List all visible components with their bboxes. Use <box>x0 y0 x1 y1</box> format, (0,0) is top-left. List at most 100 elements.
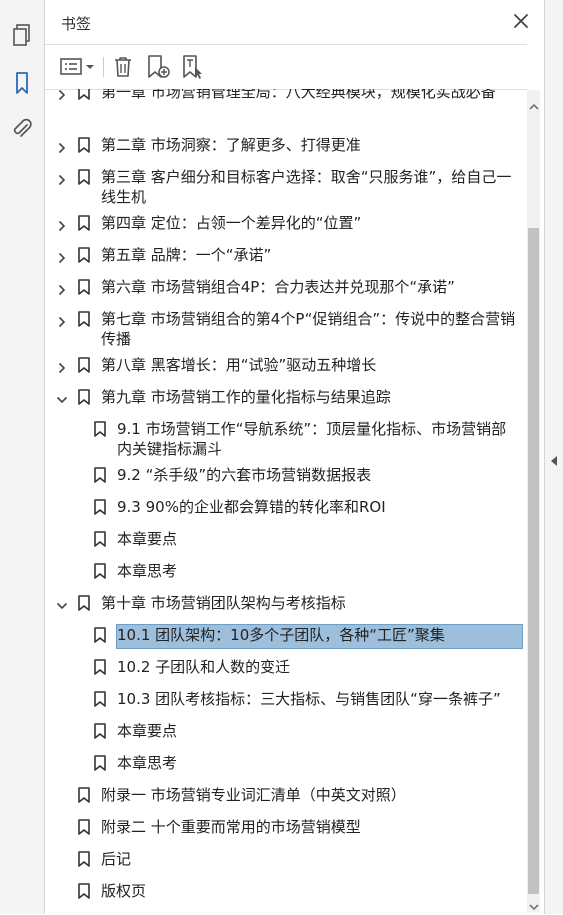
bookmark-icon <box>78 247 90 263</box>
bookmark-label: 9.3 90%的企业都会算错的转化率和ROI <box>117 498 386 516</box>
right-pane-edge <box>544 0 563 914</box>
bookmark-label: 10.1 团队架构：10多个子团队，各种“工匠”聚集 <box>117 626 445 644</box>
scroll-up-arrow-icon[interactable] <box>529 96 539 115</box>
bookmark-item[interactable]: 第十章 市场营销团队架构与考核指标 <box>45 592 525 614</box>
bookmark-label: 版权页 <box>101 882 147 900</box>
bookmark-child-item[interactable]: 本章要点 <box>45 720 525 742</box>
bookmark-child-item[interactable]: 本章思考 <box>45 752 525 774</box>
expand-pane-arrow-icon[interactable] <box>550 452 558 471</box>
chevron-right-icon[interactable] <box>56 89 68 101</box>
bookmark-child-item[interactable]: 9.3 90%的企业都会算错的转化率和ROI <box>45 496 525 518</box>
chevron-right-icon[interactable] <box>56 249 68 264</box>
bookmark-icon <box>78 215 90 231</box>
bookmark-child-item[interactable]: 9.2 “杀手级”的六套市场营销数据报表 <box>45 464 525 486</box>
toolbar-divider <box>103 57 104 77</box>
bookmark-label: 本章要点 <box>117 530 178 548</box>
bookmark-icon <box>78 819 90 835</box>
bookmark-label: 9.1 市场营销工作“导航系统”：顶层量化指标、市场营销部内关键指标漏斗 <box>117 420 507 458</box>
bookmark-item[interactable]: 附录一 市场营销专业词汇清单（中英文对照） <box>45 784 525 806</box>
chevron-down-icon[interactable] <box>56 597 68 610</box>
chevron-right-icon[interactable] <box>56 171 68 186</box>
bookmark-label: 9.2 “杀手级”的六套市场营销数据报表 <box>117 466 372 484</box>
scrollbar-thumb[interactable] <box>528 228 539 894</box>
bookmark-tree: 第一章 市场营销管理全局：八大经典模块，规模化实战必备第二章 市场洞察：了解更多… <box>45 89 525 914</box>
bookmark-item[interactable]: 第八章 黑客增长：用“试验”驱动五种增长 <box>45 354 525 376</box>
bookmark-icon <box>94 531 106 547</box>
chevron-right-icon[interactable] <box>56 217 68 232</box>
bookmark-icon <box>78 357 90 373</box>
bookmark-icon <box>78 883 90 899</box>
bookmark-icon <box>78 851 90 867</box>
bookmarks-toolbar <box>45 44 527 90</box>
options-menu-icon[interactable] <box>59 53 97 81</box>
bookmark-item[interactable]: 第一章 市场营销管理全局：八大经典模块，规模化实战必备 <box>45 89 525 121</box>
bookmark-label: 本章思考 <box>117 562 178 580</box>
bookmark-item[interactable]: 版权页 <box>45 880 525 902</box>
bookmark-item[interactable]: 第九章 市场营销工作的量化指标与结果追踪 <box>45 386 525 408</box>
chevron-down-icon[interactable] <box>56 391 68 404</box>
bookmark-child-item[interactable]: 10.2 子团队和人数的变迁 <box>45 656 525 678</box>
attachments-icon[interactable] <box>9 116 35 142</box>
bookmark-label: 10.3 团队考核指标：三大指标、与销售团队“穿一条裤子” <box>117 690 501 708</box>
bookmark-item[interactable]: 后记 <box>45 848 525 870</box>
bookmark-item[interactable]: 第四章 定位：占领一个差异化的“位置” <box>45 212 525 234</box>
bookmark-label: 第四章 定位：占领一个差异化的“位置” <box>101 214 362 232</box>
bookmark-child-item[interactable]: 10.1 团队架构：10多个子团队，各种“工匠”聚集 <box>45 624 525 649</box>
navigation-rail <box>0 0 45 914</box>
chevron-right-icon[interactable] <box>56 139 68 154</box>
bookmark-label: 本章思考 <box>117 754 178 772</box>
bookmark-icon <box>94 659 106 675</box>
bookmark-icon <box>78 137 90 153</box>
bookmark-label: 第二章 市场洞察：了解更多、打得更准 <box>101 136 361 154</box>
bookmark-child-item[interactable]: 10.3 团队考核指标：三大指标、与销售团队“穿一条裤子” <box>45 688 525 710</box>
bookmark-label: 第三章 客户细分和目标客户选择：取舍“只服务谁”，给自己一线生机 <box>101 168 512 206</box>
bookmark-label: 10.2 子团队和人数的变迁 <box>117 658 291 676</box>
bookmark-label: 本章要点 <box>117 722 178 740</box>
bookmark-label: 附录二 十个重要而常用的市场营销模型 <box>101 818 361 836</box>
bookmark-icon <box>78 311 90 327</box>
bookmark-item[interactable]: 第七章 市场营销组合的第4个P“促销组合”：传说中的整合营销传播 <box>45 308 525 348</box>
bookmark-icon <box>78 279 90 295</box>
bookmark-label: 第七章 市场营销组合的第4个P“促销组合”：传说中的整合营销传播 <box>101 310 516 348</box>
bookmark-label: 第十章 市场营销团队架构与考核指标 <box>101 594 346 612</box>
bookmark-icon <box>78 89 90 100</box>
bookmark-label: 后记 <box>101 850 132 868</box>
bookmarks-icon[interactable] <box>9 70 35 96</box>
bookmark-icon <box>94 723 106 739</box>
bookmark-from-selection-icon[interactable] <box>180 53 206 81</box>
bookmark-icon <box>94 421 106 437</box>
bookmark-item[interactable]: 附录二 十个重要而常用的市场营销模型 <box>45 816 525 838</box>
bookmark-icon <box>94 691 106 707</box>
bookmark-label: 第五章 品牌：一个“承诺” <box>101 246 272 264</box>
bookmark-label: 第六章 市场营销组合4P：合力表达并兑现那个“承诺” <box>101 278 455 296</box>
bookmark-icon <box>94 627 106 643</box>
scroll-down-arrow-icon[interactable] <box>529 896 539 915</box>
bookmark-icon <box>94 755 106 771</box>
panel-title: 书签 <box>61 15 92 33</box>
close-icon[interactable] <box>512 12 530 30</box>
bookmark-child-item[interactable]: 本章思考 <box>45 560 525 582</box>
bookmark-icon <box>94 563 106 579</box>
delete-bookmark-icon[interactable] <box>111 53 135 81</box>
pages-icon[interactable] <box>9 22 35 48</box>
bookmark-item[interactable]: 第三章 客户细分和目标客户选择：取舍“只服务谁”，给自己一线生机 <box>45 166 525 206</box>
bookmark-child-item[interactable]: 本章要点 <box>45 528 525 550</box>
bookmark-icon <box>94 467 106 483</box>
bookmark-label: 第一章 市场营销管理全局：八大经典模块，规模化实战必备 <box>101 89 496 101</box>
bookmark-item[interactable]: 第六章 市场营销组合4P：合力表达并兑现那个“承诺” <box>45 276 525 298</box>
new-bookmark-icon[interactable] <box>145 53 171 81</box>
chevron-right-icon[interactable] <box>56 313 68 328</box>
bookmark-item[interactable]: 第五章 品牌：一个“承诺” <box>45 244 525 266</box>
bookmarks-panel: 书签 第一章 市场营销管理全局：八大经典模块，规模化实战必备第二章 市场洞察：了… <box>45 0 544 914</box>
chevron-right-icon[interactable] <box>56 359 68 374</box>
bookmark-icon <box>78 595 90 611</box>
bookmark-item[interactable]: 第二章 市场洞察：了解更多、打得更准 <box>45 134 525 156</box>
bookmark-child-item[interactable]: 9.1 市场营销工作“导航系统”：顶层量化指标、市场营销部内关键指标漏斗 <box>45 418 525 458</box>
bookmark-label: 附录一 市场营销专业词汇清单（中英文对照） <box>101 786 406 804</box>
bookmark-icon <box>78 389 90 405</box>
panel-header: 书签 <box>45 0 544 44</box>
bookmark-icon <box>94 499 106 515</box>
chevron-right-icon[interactable] <box>56 281 68 296</box>
bookmark-label: 第八章 黑客增长：用“试验”驱动五种增长 <box>101 356 377 374</box>
bookmark-icon <box>78 169 90 185</box>
